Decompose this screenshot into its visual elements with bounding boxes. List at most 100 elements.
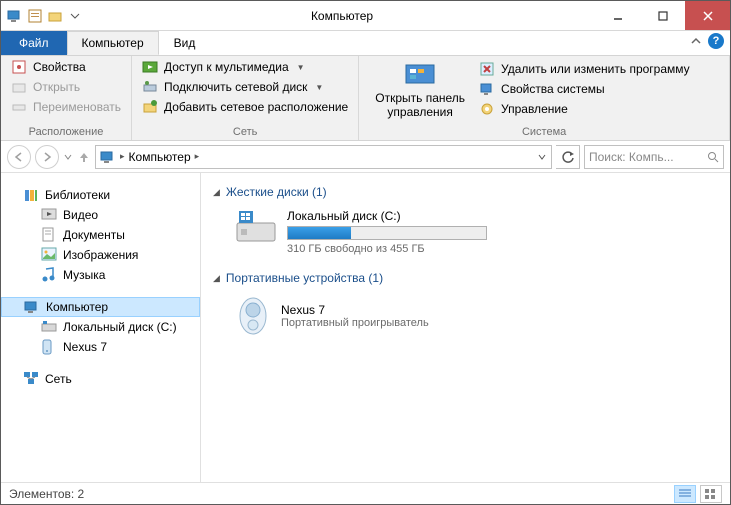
ribbon-group-network: Доступ к мультимедиа ▼ Подключить сетево… (132, 56, 359, 140)
device-info: Nexus 7 Портативный проигрыватель (281, 303, 429, 329)
device-item[interactable]: Nexus 7 Портативный проигрыватель (213, 289, 718, 349)
chevron-down-icon: ▼ (297, 63, 305, 72)
group-label-location: Расположение (7, 124, 125, 140)
manage-label: Управление (501, 102, 568, 116)
open-icon (11, 79, 27, 95)
portable-device-icon (235, 295, 271, 337)
tab-computer[interactable]: Компьютер (67, 31, 159, 55)
collapse-icon: ◢ (213, 187, 220, 198)
new-folder-icon[interactable] (47, 8, 63, 24)
group-label-network: Сеть (138, 124, 352, 140)
search-input[interactable]: Поиск: Компь... (584, 145, 724, 169)
chevron-right-icon[interactable]: ▸ (195, 151, 200, 162)
breadcrumb[interactable]: ▸ Компьютер ▸ (95, 145, 552, 169)
network-icon (23, 371, 39, 387)
uninstall-button[interactable]: Удалить или изменить программу (475, 60, 723, 78)
view-switcher (674, 485, 722, 503)
manage-icon (479, 101, 495, 117)
drive-name: Локальный диск (C:) (287, 209, 487, 223)
properties-icon (11, 59, 27, 75)
add-location-icon (142, 99, 158, 115)
help-icon[interactable]: ? (708, 33, 724, 49)
up-button[interactable] (77, 150, 91, 164)
control-panel-label: Открыть панель управления (375, 91, 465, 119)
section-portable-devices[interactable]: ◢ Портативные устройства (1) (213, 267, 718, 289)
ribbon-help-area: ? (690, 33, 724, 49)
properties-icon[interactable] (27, 8, 43, 24)
tab-view[interactable]: Вид (159, 31, 211, 55)
icons-view-button[interactable] (700, 485, 722, 503)
capacity-text: 310 ГБ свободно из 455 ГБ (287, 243, 487, 255)
map-drive-icon (142, 79, 158, 95)
section-hard-drives[interactable]: ◢ Жесткие диски (1) (213, 181, 718, 203)
uninstall-label: Удалить или изменить программу (501, 62, 690, 76)
rename-label: Переименовать (33, 100, 121, 114)
device-subtitle: Портативный проигрыватель (281, 317, 429, 329)
documents-icon (41, 227, 57, 243)
quick-access-toolbar (1, 8, 89, 24)
rename-button[interactable]: Переименовать (7, 98, 125, 116)
hard-drive-icon (235, 209, 277, 245)
media-access-button[interactable]: Доступ к мультимедиа ▼ (138, 58, 352, 76)
window-controls (595, 1, 730, 30)
control-panel-button[interactable]: Открыть панель управления (365, 58, 475, 124)
maximize-button[interactable] (640, 1, 685, 30)
tree-pictures[interactable]: Изображения (1, 245, 200, 265)
forward-button[interactable] (35, 145, 59, 169)
ribbon-group-location: Свойства Открыть Переименовать Расположе… (1, 56, 132, 140)
explorer-window: Компьютер Файл Компьютер Вид ? Свойства (0, 0, 731, 505)
add-location-button[interactable]: Добавить сетевое расположение (138, 98, 352, 116)
collapse-icon: ◢ (213, 273, 220, 284)
tree-video[interactable]: Видео (1, 205, 200, 225)
map-drive-label: Подключить сетевой диск (164, 80, 307, 94)
chevron-right-icon[interactable]: ▸ (120, 151, 125, 162)
breadcrumb-dropdown-icon[interactable] (537, 152, 547, 162)
breadcrumb-segment-computer[interactable]: Компьютер (129, 150, 191, 164)
drive-info: Локальный диск (C:) 310 ГБ свободно из 4… (287, 209, 487, 255)
recent-dropdown-icon[interactable] (63, 152, 73, 162)
details-view-button[interactable] (674, 485, 696, 503)
minimize-button[interactable] (595, 1, 640, 30)
computer-icon (24, 299, 40, 315)
tree-local-disk[interactable]: Локальный диск (C:) (1, 317, 200, 337)
search-icon (707, 151, 719, 163)
refresh-button[interactable] (556, 145, 580, 169)
system-properties-button[interactable]: Свойства системы (475, 80, 723, 98)
capacity-bar (287, 226, 487, 240)
tree-network[interactable]: Сеть (1, 369, 200, 389)
uninstall-icon (479, 61, 495, 77)
open-button[interactable]: Открыть (7, 78, 125, 96)
manage-button[interactable]: Управление (475, 100, 723, 118)
media-label: Доступ к мультимедиа (164, 60, 289, 74)
status-bar: Элементов: 2 (1, 482, 730, 504)
status-text: Элементов: 2 (9, 487, 84, 501)
tree-computer[interactable]: Компьютер (1, 297, 200, 317)
pictures-icon (41, 247, 57, 263)
drive-item[interactable]: Локальный диск (C:) 310 ГБ свободно из 4… (213, 203, 718, 267)
tree-libraries[interactable]: Библиотеки (1, 185, 200, 205)
search-placeholder: Поиск: Компь... (589, 150, 674, 164)
body: Библиотеки Видео Документы Изображения М… (1, 173, 730, 482)
qat-dropdown-icon[interactable] (67, 8, 83, 24)
close-button[interactable] (685, 1, 730, 30)
window-title: Компьютер (89, 9, 595, 23)
ribbon-collapse-icon[interactable] (690, 35, 702, 47)
properties-button[interactable]: Свойства (7, 58, 125, 76)
tab-file[interactable]: Файл (1, 31, 67, 55)
content-pane: ◢ Жесткие диски (1) Локальный диск (C:) … (201, 173, 730, 482)
title-bar: Компьютер (1, 1, 730, 31)
open-label: Открыть (33, 80, 80, 94)
rename-icon (11, 99, 27, 115)
ribbon-tabs: Файл Компьютер Вид ? (1, 31, 730, 55)
capacity-fill (288, 227, 351, 239)
back-button[interactable] (7, 145, 31, 169)
ribbon: Свойства Открыть Переименовать Расположе… (1, 55, 730, 141)
map-drive-button[interactable]: Подключить сетевой диск ▼ (138, 78, 352, 96)
computer-icon[interactable] (7, 8, 23, 24)
tree-music[interactable]: Музыка (1, 265, 200, 285)
tree-nexus[interactable]: Nexus 7 (1, 337, 200, 357)
tree-documents[interactable]: Документы (1, 225, 200, 245)
nav-bar: ▸ Компьютер ▸ Поиск: Компь... (1, 141, 730, 173)
ribbon-group-system: Открыть панель управления Удалить или из… (359, 56, 730, 140)
system-properties-icon (479, 81, 495, 97)
